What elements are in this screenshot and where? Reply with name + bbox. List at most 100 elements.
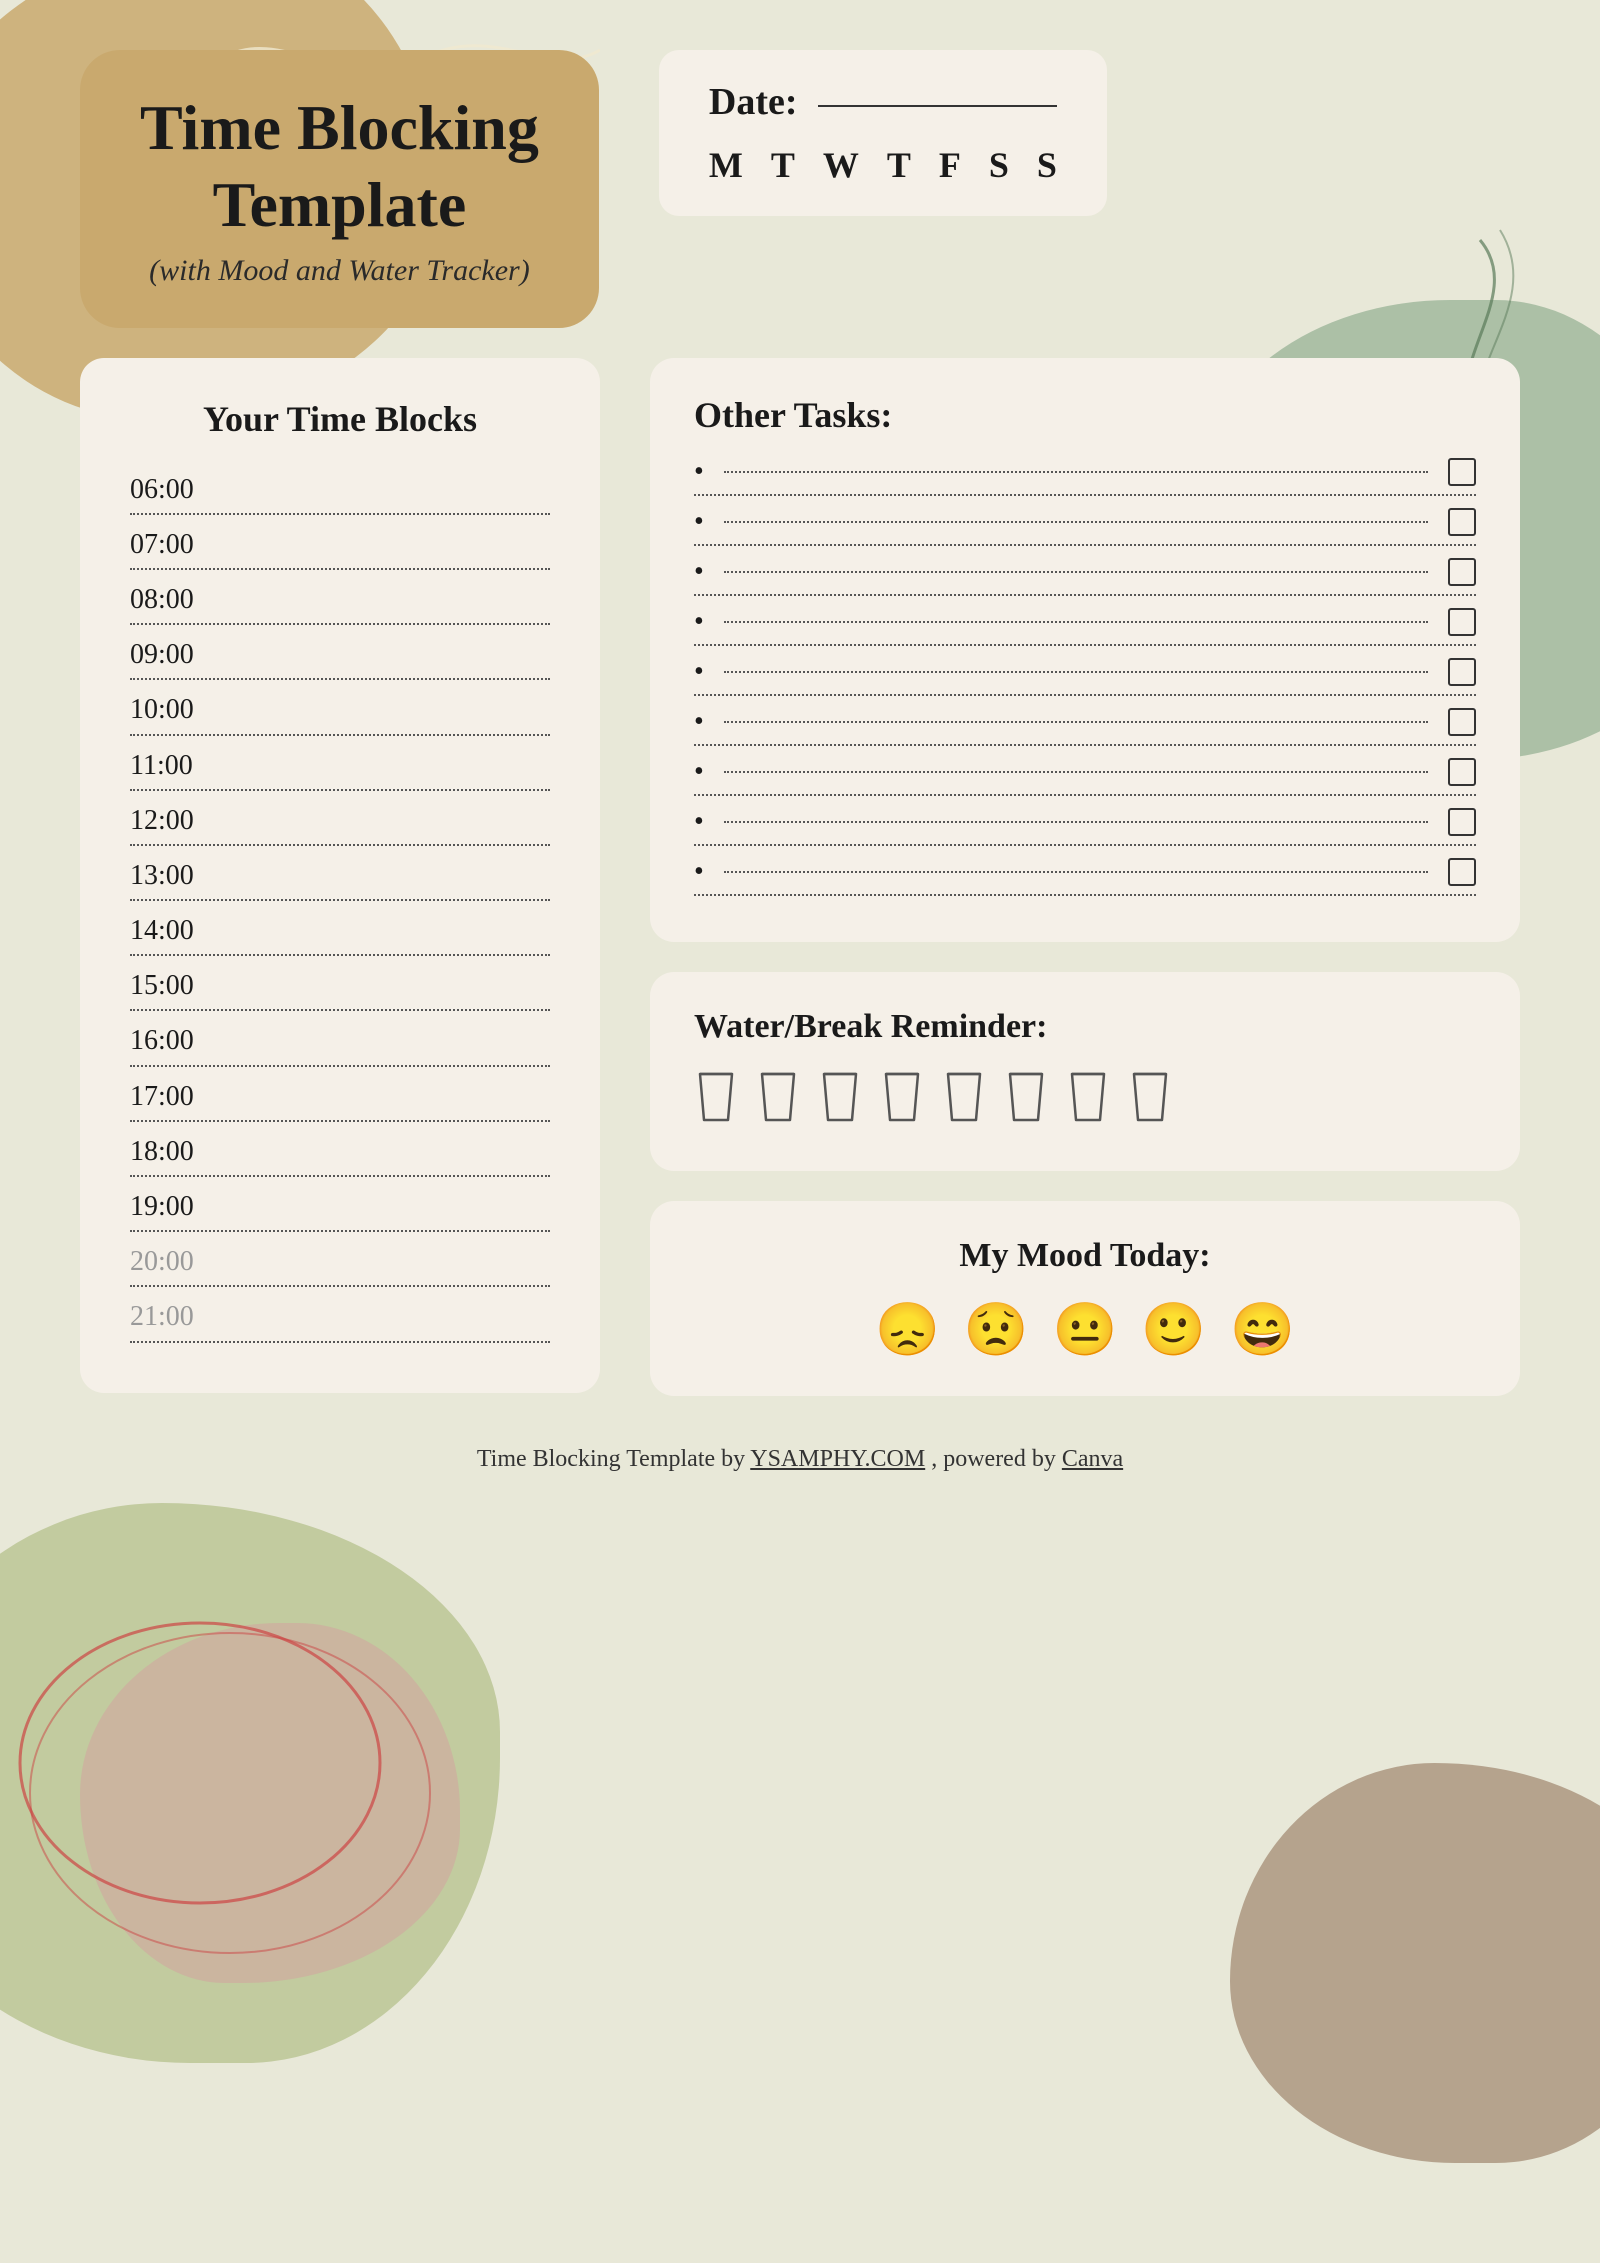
time-label: 13:00 bbox=[130, 856, 550, 895]
time-entry: 06:00 bbox=[130, 470, 550, 515]
dotted-line bbox=[130, 1341, 550, 1343]
mood-face-4[interactable]: 😄 bbox=[1230, 1299, 1295, 1360]
glass-icon[interactable] bbox=[942, 1070, 986, 1135]
date-row: Date: bbox=[709, 80, 1057, 124]
dotted-line bbox=[130, 1175, 550, 1177]
right-column: Other Tasks: ••••••••• Water/Break Remin… bbox=[650, 358, 1520, 1396]
dotted-line bbox=[130, 513, 550, 515]
title-line1: Time Blocking bbox=[140, 92, 539, 163]
task-underline bbox=[694, 544, 1476, 546]
time-label: 14:00 bbox=[130, 911, 550, 950]
glass-icon[interactable] bbox=[1128, 1070, 1172, 1135]
dotted-line bbox=[130, 844, 550, 846]
time-entries-container: 06:0007:0008:0009:0010:0011:0012:0013:00… bbox=[130, 470, 550, 1343]
task-item: • bbox=[694, 556, 1476, 588]
footer-link-ysamphy[interactable]: YSAMPHY.COM bbox=[750, 1446, 925, 1472]
dotted-line bbox=[130, 1230, 550, 1232]
subtitle: (with Mood and Water Tracker) bbox=[140, 254, 539, 288]
task-underline bbox=[694, 594, 1476, 596]
dotted-line bbox=[130, 954, 550, 956]
glass-icon[interactable] bbox=[1066, 1070, 1110, 1135]
blob-brown bbox=[1230, 1763, 1600, 2163]
task-checkbox[interactable] bbox=[1448, 508, 1476, 536]
time-blocks-panel: Your Time Blocks 06:00 07:00 08:00 09:00 10:… bbox=[80, 358, 600, 1393]
task-row: • bbox=[694, 456, 1476, 496]
task-bullet: • bbox=[694, 456, 704, 488]
blob-pink bbox=[80, 1623, 460, 1983]
task-row: • bbox=[694, 706, 1476, 746]
glass-icon[interactable] bbox=[694, 1070, 738, 1135]
time-label: 08:00 bbox=[130, 580, 550, 619]
mood-title: My Mood Today: bbox=[694, 1237, 1476, 1275]
task-bullet: • bbox=[694, 606, 704, 638]
time-entry: 19:00 bbox=[130, 1187, 550, 1232]
glass-icon[interactable] bbox=[756, 1070, 800, 1135]
task-bullet: • bbox=[694, 556, 704, 588]
mood-face-3[interactable]: 🙂 bbox=[1141, 1299, 1206, 1360]
dotted-line bbox=[130, 789, 550, 791]
date-day-block: Date: M T W T F S S bbox=[659, 50, 1107, 216]
task-dotted-line bbox=[724, 871, 1428, 873]
time-entry: 18:00 bbox=[130, 1132, 550, 1177]
title-block: Time Blocking Template (with Mood and Wa… bbox=[80, 50, 599, 328]
task-item: • bbox=[694, 756, 1476, 788]
task-item: • bbox=[694, 706, 1476, 738]
task-checkbox[interactable] bbox=[1448, 608, 1476, 636]
task-checkbox[interactable] bbox=[1448, 758, 1476, 786]
task-checkbox[interactable] bbox=[1448, 558, 1476, 586]
time-entry: 20:00 bbox=[130, 1242, 550, 1287]
task-bullet: • bbox=[694, 706, 704, 738]
task-row: • bbox=[694, 756, 1476, 796]
task-row: • bbox=[694, 556, 1476, 596]
dotted-line bbox=[130, 623, 550, 625]
water-glasses bbox=[694, 1070, 1476, 1135]
task-underline bbox=[694, 844, 1476, 846]
task-item: • bbox=[694, 606, 1476, 638]
time-label: 15:00 bbox=[130, 966, 550, 1005]
task-bullet: • bbox=[694, 806, 704, 838]
day-W: W bbox=[823, 144, 859, 186]
dotted-line bbox=[130, 1285, 550, 1287]
glass-icon[interactable] bbox=[880, 1070, 924, 1135]
dotted-line bbox=[130, 734, 550, 736]
mood-face-0[interactable]: 😞 bbox=[875, 1299, 940, 1360]
time-entry: 08:00 bbox=[130, 580, 550, 625]
task-checkbox[interactable] bbox=[1448, 458, 1476, 486]
task-items-container: • • • • • • • • • bbox=[694, 456, 1476, 896]
task-item: • bbox=[694, 856, 1476, 888]
time-entry: 07:00 bbox=[130, 525, 550, 570]
footer-link-canva[interactable]: Canva bbox=[1062, 1446, 1123, 1472]
time-label: 19:00 bbox=[130, 1187, 550, 1226]
task-dotted-line bbox=[724, 821, 1428, 823]
tasks-title: Other Tasks: bbox=[694, 394, 1476, 436]
task-checkbox[interactable] bbox=[1448, 658, 1476, 686]
date-line bbox=[818, 105, 1057, 107]
task-item: • bbox=[694, 506, 1476, 538]
header-row: Time Blocking Template (with Mood and Wa… bbox=[80, 50, 1520, 328]
days-row: M T W T F S S bbox=[709, 144, 1057, 186]
task-bullet: • bbox=[694, 856, 704, 888]
date-label: Date: bbox=[709, 80, 798, 124]
time-entry: 16:00 bbox=[130, 1021, 550, 1066]
task-item: • bbox=[694, 656, 1476, 688]
mood-face-2[interactable]: 😐 bbox=[1053, 1299, 1118, 1360]
task-checkbox[interactable] bbox=[1448, 858, 1476, 886]
mood-face-1[interactable]: 😟 bbox=[964, 1299, 1029, 1360]
time-label: 17:00 bbox=[130, 1077, 550, 1116]
task-underline bbox=[694, 794, 1476, 796]
time-entry: 21:00 bbox=[130, 1297, 550, 1342]
time-blocks-title: Your Time Blocks bbox=[130, 398, 550, 440]
task-checkbox[interactable] bbox=[1448, 708, 1476, 736]
task-dotted-line bbox=[724, 571, 1428, 573]
footer: Time Blocking Template by YSAMPHY.COM , … bbox=[80, 1426, 1520, 1493]
task-dotted-line bbox=[724, 671, 1428, 673]
glass-icon[interactable] bbox=[1004, 1070, 1048, 1135]
time-entry: 10:00 bbox=[130, 690, 550, 735]
task-underline bbox=[694, 894, 1476, 896]
time-label: 07:00 bbox=[130, 525, 550, 564]
time-label: 09:00 bbox=[130, 635, 550, 674]
task-row: • bbox=[694, 856, 1476, 896]
glass-icon[interactable] bbox=[818, 1070, 862, 1135]
mood-faces: 😞 😟 😐 🙂 😄 bbox=[694, 1299, 1476, 1360]
task-checkbox[interactable] bbox=[1448, 808, 1476, 836]
